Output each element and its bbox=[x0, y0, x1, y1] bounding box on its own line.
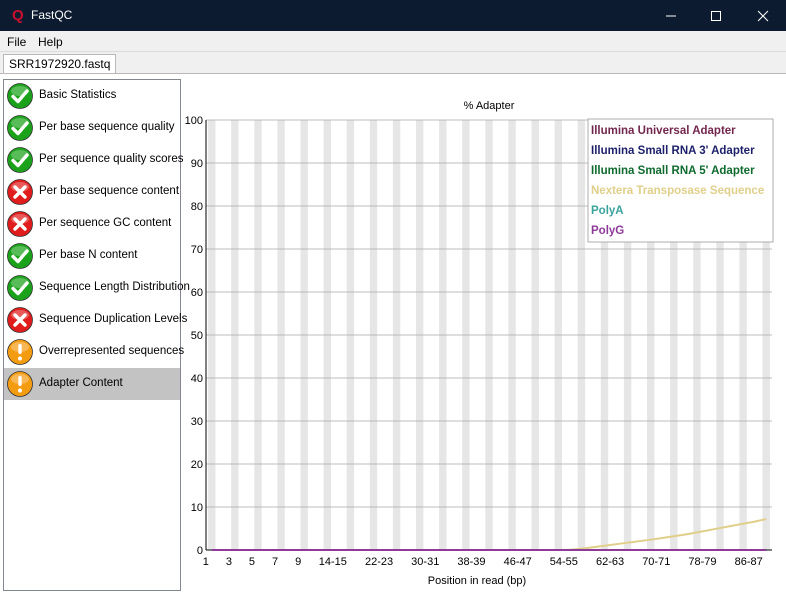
y-tick-label: 60 bbox=[191, 287, 203, 299]
legend-box bbox=[587, 118, 774, 243]
minimize-icon bbox=[666, 15, 676, 16]
module-label: Sequence Duplication Levels bbox=[39, 313, 188, 325]
warning-exclamation-icon bbox=[7, 371, 33, 397]
maximize-button[interactable] bbox=[693, 0, 739, 31]
x-tick-label: 30-31 bbox=[411, 556, 439, 568]
module-label: Adapter Content bbox=[39, 377, 123, 389]
module-list[interactable]: Basic Statistics Per base sequence qualit… bbox=[3, 79, 190, 591]
module-label: Per base sequence quality bbox=[39, 121, 175, 133]
maximize-icon bbox=[711, 10, 721, 21]
x-tick-label: 5 bbox=[249, 556, 255, 568]
fastqc-logo-icon: Q bbox=[12, 7, 24, 24]
window-title: FastQC bbox=[31, 8, 73, 22]
menu-bar: File Help bbox=[0, 31, 786, 52]
close-button[interactable] bbox=[740, 0, 786, 31]
x-tick-label: 1 bbox=[203, 556, 209, 568]
module-item[interactable]: Per base N content bbox=[4, 240, 180, 272]
pass-check-icon bbox=[7, 83, 33, 109]
x-tick-label: 22-23 bbox=[365, 556, 393, 568]
x-axis-label: Position in read (bp) bbox=[428, 575, 526, 587]
module-item[interactable]: Per base sequence content bbox=[4, 176, 180, 208]
x-tick-label: 54-55 bbox=[550, 556, 578, 568]
close-icon bbox=[757, 10, 769, 21]
legend-entry: Illumina Universal Adapter bbox=[591, 125, 736, 137]
legend-entry: PolyA bbox=[591, 205, 624, 217]
menu-help[interactable]: Help bbox=[38, 35, 63, 49]
svg-text:Q: Q bbox=[12, 7, 24, 24]
y-tick-label: 70 bbox=[191, 244, 203, 256]
module-label: Overrepresented sequences bbox=[39, 345, 185, 357]
module-item[interactable]: Sequence Duplication Levels bbox=[4, 304, 187, 336]
y-tick-label: 90 bbox=[191, 158, 203, 170]
module-label: Per base N content bbox=[39, 249, 138, 261]
x-tick-label: 9 bbox=[295, 556, 301, 568]
warning-exclamation-icon bbox=[7, 339, 33, 365]
pass-check-icon bbox=[7, 275, 33, 301]
chart-title: % Adapter bbox=[464, 100, 515, 112]
y-tick-label: 20 bbox=[191, 459, 203, 471]
y-tick-label: 100 bbox=[185, 115, 203, 127]
legend-entry: Illumina Small RNA 5' Adapter bbox=[591, 165, 755, 177]
module-item[interactable]: Per sequence GC content bbox=[4, 208, 180, 240]
legend-entry: Illumina Small RNA 3' Adapter bbox=[591, 145, 755, 157]
fail-cross-icon bbox=[7, 307, 33, 333]
x-tick-label: 38-39 bbox=[457, 556, 485, 568]
y-tick-label: 80 bbox=[191, 201, 203, 213]
module-label: Per base sequence content bbox=[39, 185, 180, 197]
module-item[interactable]: Overrepresented sequences bbox=[4, 336, 184, 368]
module-item[interactable]: Basic Statistics bbox=[4, 80, 180, 112]
fail-cross-icon bbox=[7, 211, 33, 237]
report-panel: Basic Statistics Per base sequence qualit… bbox=[0, 73, 786, 593]
module-label: Per sequence quality scores bbox=[39, 153, 184, 165]
x-tick-label: 3 bbox=[226, 556, 232, 568]
y-tick-label: 30 bbox=[191, 416, 203, 428]
pass-check-icon bbox=[7, 243, 33, 269]
x-tick-label: 46-47 bbox=[504, 556, 532, 568]
pass-check-icon bbox=[7, 147, 33, 173]
module-item[interactable]: Per sequence quality scores bbox=[4, 144, 184, 176]
x-tick-label: 7 bbox=[272, 556, 278, 568]
y-tick-label: 40 bbox=[191, 373, 203, 385]
fail-cross-icon bbox=[7, 179, 33, 205]
module-label: Basic Statistics bbox=[39, 89, 117, 101]
x-tick-label: 86-87 bbox=[735, 556, 763, 568]
x-tick-label: 14-15 bbox=[319, 556, 347, 568]
module-label: Per sequence GC content bbox=[39, 217, 172, 229]
legend-entry: PolyG bbox=[591, 225, 624, 237]
tab-fastq-file[interactable]: SRR1972920.fastq bbox=[3, 54, 117, 75]
x-tick-label: 78-79 bbox=[688, 556, 716, 568]
module-label: Sequence Length Distribution bbox=[39, 281, 190, 293]
y-tick-label: 50 bbox=[191, 330, 203, 342]
window-titlebar[interactable]: Q FastQC bbox=[0, 0, 786, 31]
x-tick-label: 70-71 bbox=[642, 556, 670, 568]
module-item[interactable]: Sequence Length Distribution bbox=[4, 272, 190, 304]
module-item[interactable]: Adapter Content bbox=[4, 368, 180, 400]
x-tick-label: 62-63 bbox=[596, 556, 624, 568]
adapter-content-chart: % Adapter 0 10 20 30 40 50 60 70 80 90 100 1 3 5 7 9 14-1… bbox=[182, 74, 786, 593]
pass-check-icon bbox=[7, 115, 33, 141]
y-tick-label: 10 bbox=[191, 502, 203, 514]
menu-file[interactable]: File bbox=[7, 35, 26, 49]
minimize-button[interactable] bbox=[648, 0, 694, 31]
module-item[interactable]: Per base sequence quality bbox=[4, 112, 180, 144]
tab-bar: SRR1972920.fastq bbox=[0, 52, 786, 75]
chart-canvas: % Adapter01020304050607080901001 3 5 7 9 14-1… bbox=[185, 100, 774, 587]
legend-entry: Nextera Transposase Sequence bbox=[591, 185, 764, 197]
